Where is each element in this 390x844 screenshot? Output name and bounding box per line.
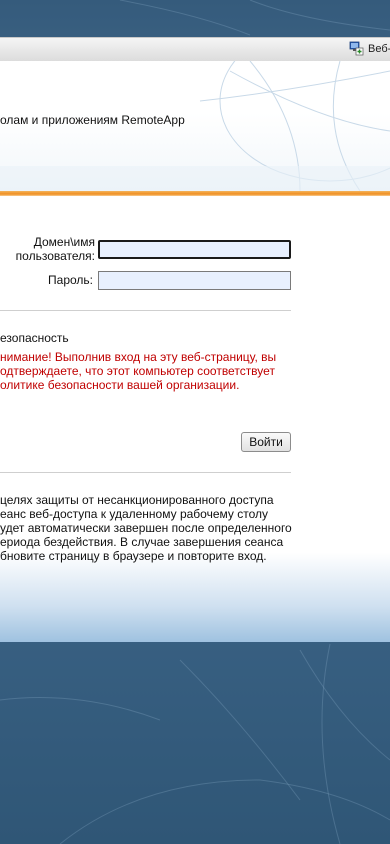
username-label: Домен\имя пользователя: — [15, 235, 95, 263]
webaccess-link[interactable]: Веб- — [349, 41, 390, 56]
username-input[interactable] — [98, 240, 291, 259]
login-button[interactable]: Войти — [241, 432, 291, 452]
password-input[interactable] — [98, 271, 291, 290]
divider — [0, 472, 291, 473]
login-panel: Домен\имя пользователя: Пароль: езопасно… — [0, 196, 390, 642]
security-title: езопасность — [0, 331, 69, 345]
banner-subtitle: олам и приложениям RemoteApp — [0, 113, 185, 127]
webaccess-link-label: Веб- — [368, 42, 390, 55]
remote-desktop-icon — [349, 41, 364, 56]
security-warning: нимание! Выполнив вход на эту веб-страни… — [0, 350, 277, 392]
divider — [0, 310, 291, 311]
header-banner: олам и приложениям RemoteApp — [0, 61, 390, 191]
password-label: Пароль: — [48, 273, 93, 287]
session-timeout-info: целях защиты от несанкционированного дос… — [0, 493, 292, 563]
top-toolbar: Веб- — [0, 37, 390, 62]
